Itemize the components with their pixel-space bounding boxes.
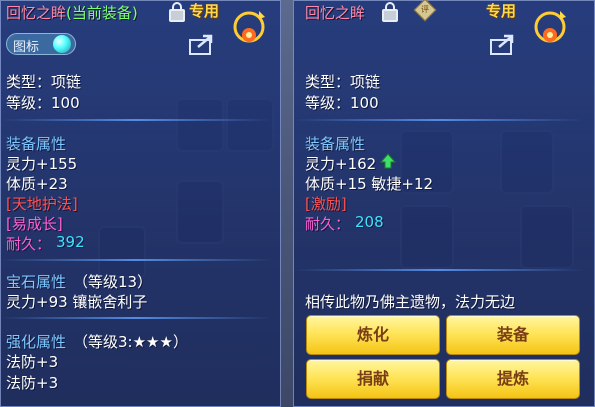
orb-icon: [53, 35, 71, 53]
attribute-line: 灵力+155: [6, 155, 78, 173]
icon-toggle-button[interactable]: 图标: [6, 33, 76, 55]
divider: [294, 269, 584, 271]
share-icon[interactable]: [490, 33, 516, 55]
icon-toggle-label: 图标: [13, 40, 40, 55]
refine-button[interactable]: 炼化: [306, 315, 440, 355]
durability-value: 208: [355, 213, 384, 231]
share-icon[interactable]: [189, 33, 215, 55]
durability-value: 392: [56, 233, 85, 251]
durability-label: 耐久：: [305, 215, 351, 233]
exclusive-label: 专用: [189, 2, 220, 20]
extract-button[interactable]: 提炼: [446, 359, 580, 399]
equip-button[interactable]: 装备: [446, 315, 580, 355]
gem-detail: 灵力+93 镶嵌舍利子: [6, 293, 148, 311]
divider: [1, 259, 271, 261]
attribute-line: 体质+23: [6, 175, 68, 193]
item-type: 类型：项链: [305, 73, 381, 91]
exclusive-label: 专用: [486, 2, 517, 20]
gem-heading: 宝石属性: [6, 273, 67, 291]
rating-badge-label: 评: [421, 5, 429, 14]
attributes-heading: 装备属性: [305, 135, 366, 153]
enhance-heading: 强化属性: [6, 333, 67, 351]
special-attribute: [易成长]: [6, 215, 63, 233]
attribute-line: 灵力+162: [305, 155, 377, 173]
attributes-heading: 装备属性: [6, 135, 67, 153]
item-badge-icon: [233, 11, 265, 43]
item-badge-icon: [534, 11, 566, 43]
donate-button[interactable]: 捐献: [306, 359, 440, 399]
divider: [1, 317, 271, 319]
item-description: 相传此物乃佛主遗物，法力无边: [305, 293, 516, 311]
special-attribute: [天地护法]: [6, 195, 78, 213]
lock-icon[interactable]: [169, 2, 185, 22]
enhance-level: （等级3:★★★）: [73, 333, 188, 351]
divider: [1, 119, 271, 121]
arrow-up-icon: [380, 153, 396, 169]
item-level: 等级：100: [305, 94, 379, 112]
gem-level: （等级13）: [73, 273, 153, 291]
item-title: 回忆之眸: [6, 4, 67, 22]
durability-label: 耐久：: [6, 235, 52, 253]
lock-icon[interactable]: [382, 2, 398, 22]
item-level: 等级：100: [6, 94, 80, 112]
equipped-label: (当前装备): [66, 4, 138, 22]
enhance-attribute: 法防+3: [6, 374, 59, 392]
divider: [294, 119, 584, 121]
item-title: 回忆之眸: [305, 4, 366, 22]
special-attribute: [激励]: [305, 195, 347, 213]
item-type: 类型：项链: [6, 73, 82, 91]
compare-item-tooltip: 回忆之眸 专用 类型：项链 等级：100 装备属性 灵力+162 体质+15 敏…: [293, 0, 595, 407]
attribute-line: 体质+15 敏捷+12: [305, 175, 434, 193]
enhance-attribute: 法防+3: [6, 353, 59, 371]
equipped-item-tooltip: 回忆之眸 (当前装备) 专用 图标 类型：项链 等级：100 装备属性 灵力+1…: [0, 0, 281, 407]
